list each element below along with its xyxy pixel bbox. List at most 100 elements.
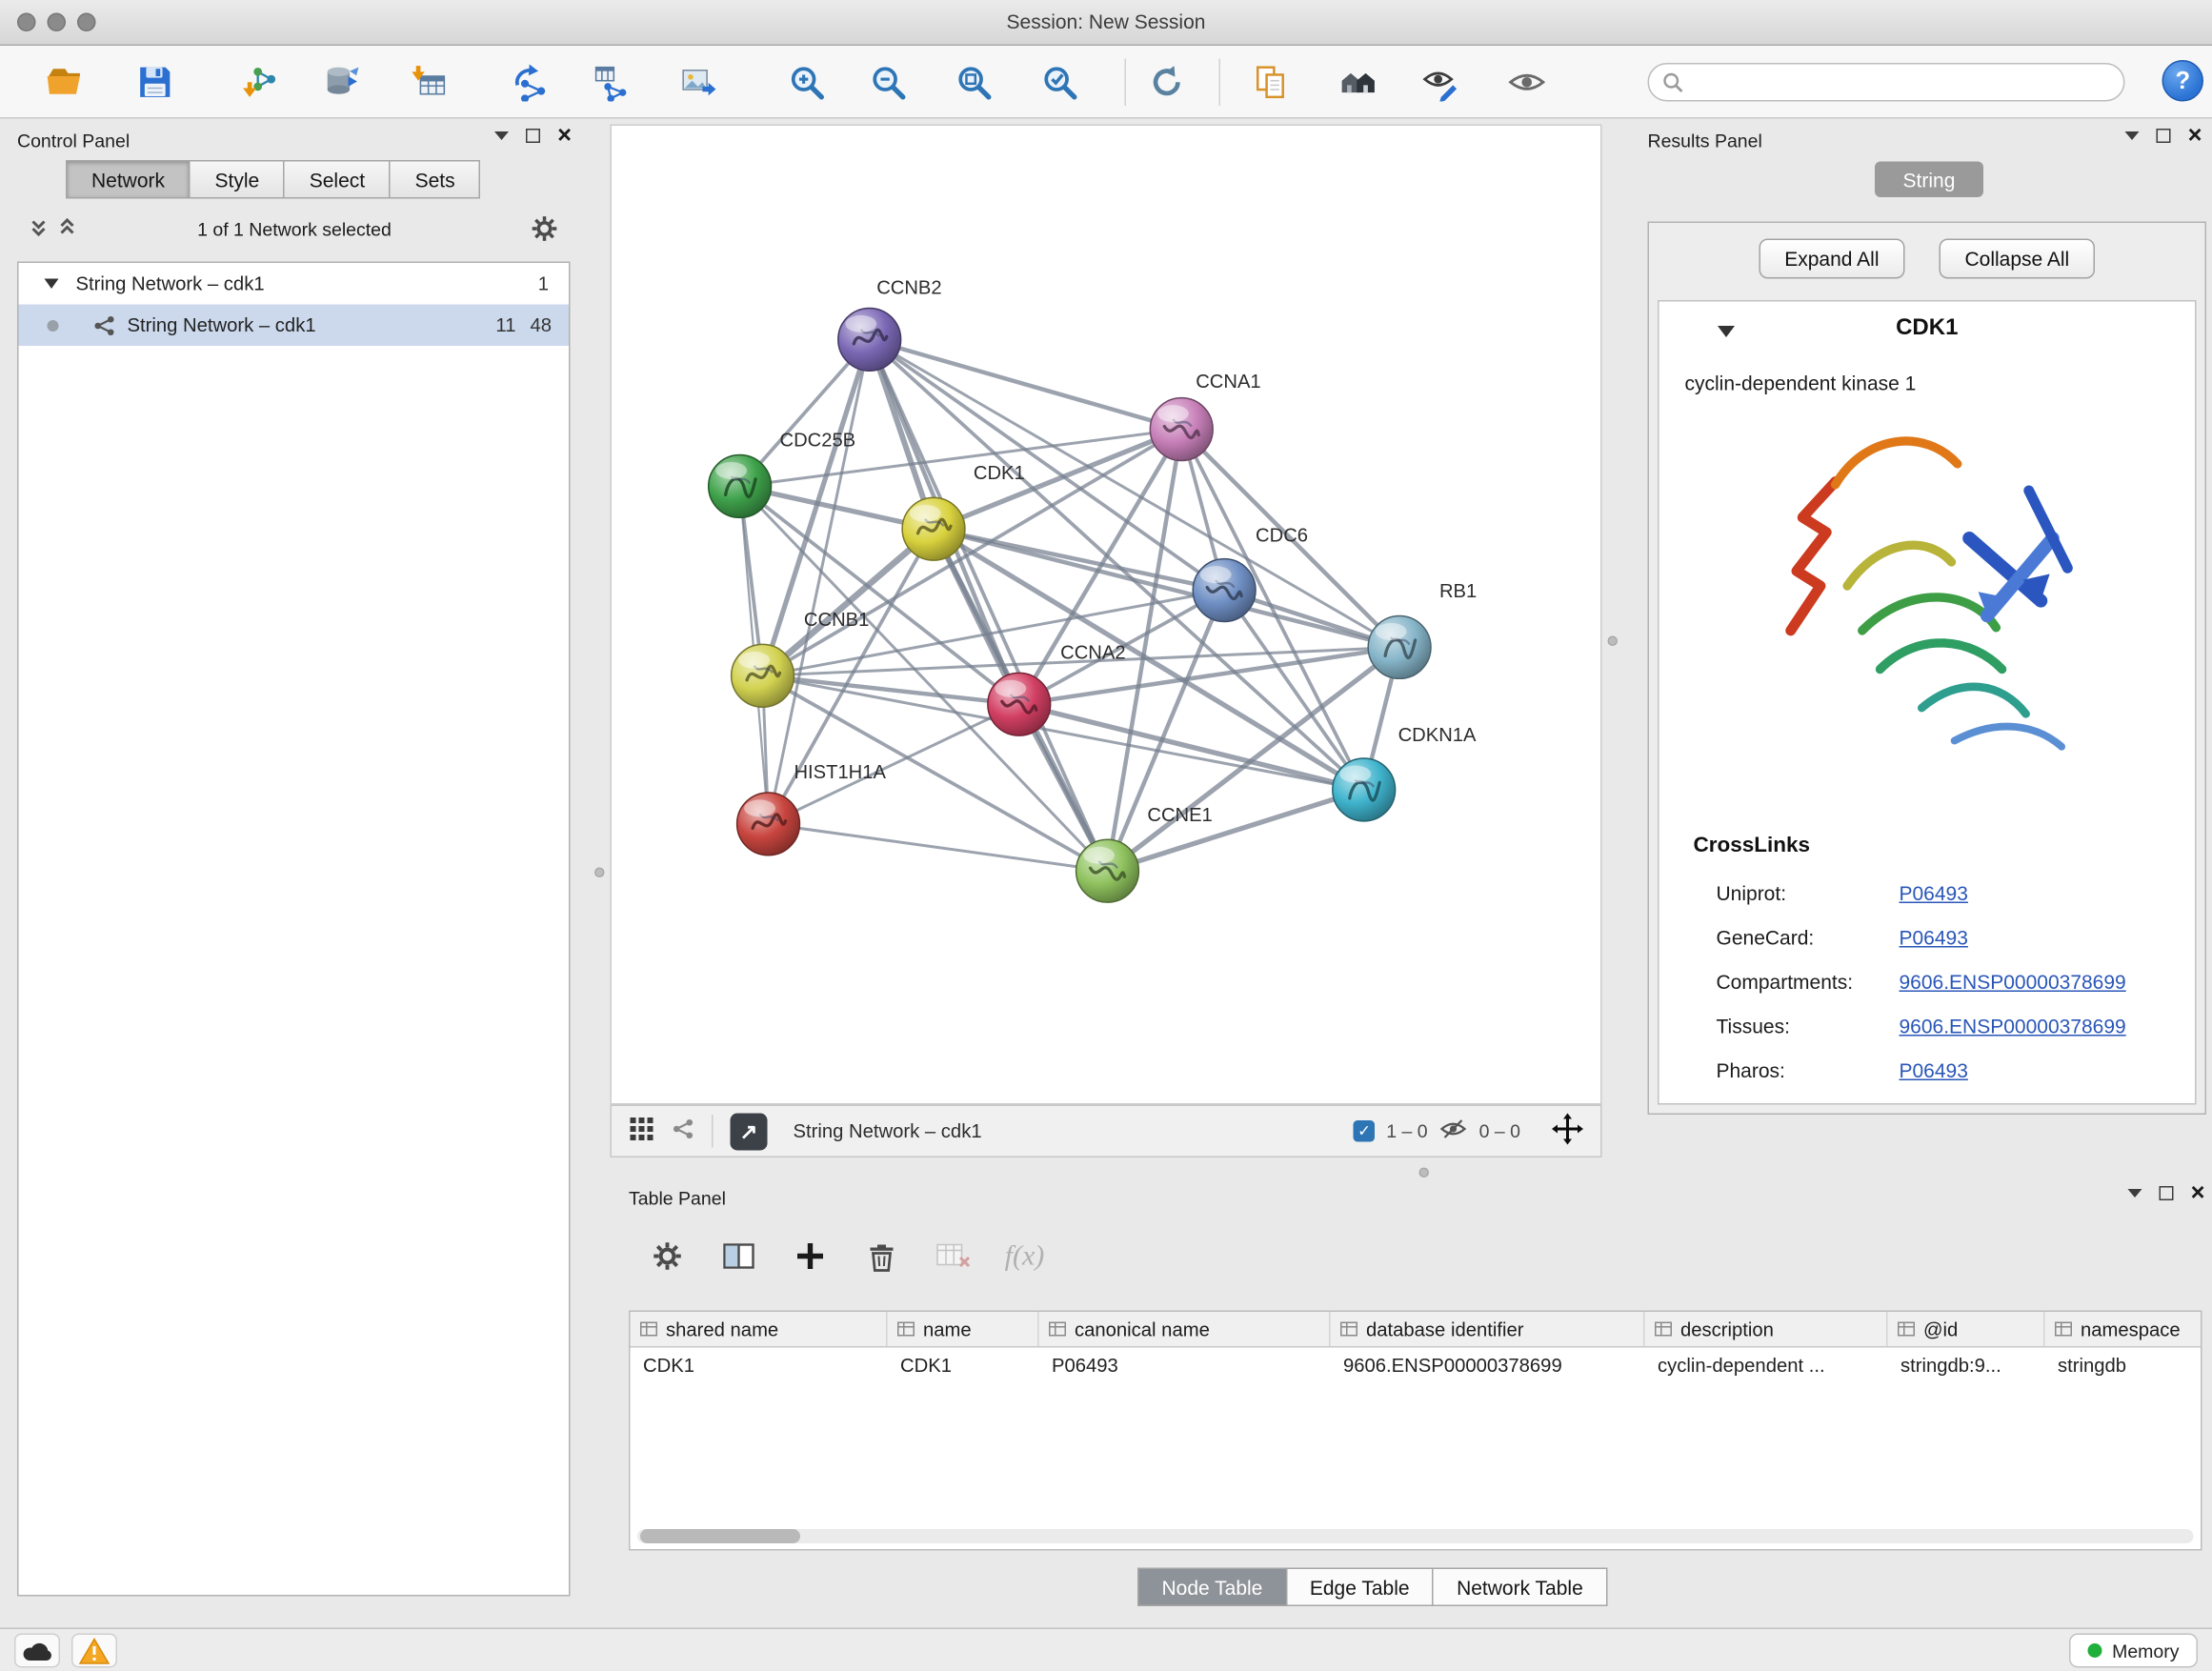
protein-structure-image — [1749, 408, 2106, 765]
cloud-button[interactable] — [14, 1634, 60, 1668]
node-CCNA2[interactable] — [988, 673, 1051, 735]
show-columns-button[interactable] — [717, 1235, 760, 1278]
open-session-button[interactable] — [42, 60, 85, 103]
crosslink-label: Tissues: — [1717, 1014, 1900, 1037]
edge-CCNB2-CDKN1A[interactable] — [870, 339, 1364, 790]
crosslink-value[interactable]: P06493 — [1900, 881, 1968, 904]
edge-CDK1-RB1[interactable] — [934, 529, 1399, 647]
node-CCNB1[interactable] — [732, 644, 794, 707]
crosslink-label: Pharos: — [1717, 1058, 1900, 1081]
disclosure-triangle-icon[interactable] — [45, 279, 59, 290]
new-network-table-button[interactable] — [591, 60, 633, 103]
help-button[interactable]: ? — [2162, 60, 2204, 102]
column-header--id[interactable]: @id — [1888, 1312, 2045, 1346]
panel-close-button[interactable]: × — [2188, 129, 2202, 143]
node-CDC25B[interactable] — [709, 454, 772, 517]
column-header-description[interactable]: description — [1645, 1312, 1888, 1346]
node-CCNE1[interactable] — [1076, 839, 1139, 902]
panel-float-button[interactable] — [2157, 129, 2171, 143]
column-header-database-identifier[interactable]: database identifier — [1331, 1312, 1645, 1346]
column-header-name[interactable]: name — [888, 1312, 1039, 1346]
node-CCNB2[interactable] — [838, 308, 901, 371]
horizontal-scrollbar[interactable] — [637, 1529, 2194, 1543]
column-header-namespace[interactable]: namespace — [2045, 1312, 2202, 1346]
panel-float-button[interactable] — [2160, 1186, 2174, 1200]
collapse-all-button[interactable]: Collapse All — [1940, 239, 2096, 279]
copy-button[interactable] — [1249, 60, 1292, 103]
tab-style[interactable]: Style — [190, 160, 286, 199]
zoom-fit-button[interactable] — [952, 60, 995, 103]
node-CCNA1[interactable] — [1150, 398, 1213, 461]
edge-CDKN1A-CCNE1[interactable] — [1107, 790, 1363, 871]
network-view-button[interactable] — [672, 1117, 694, 1145]
table-row[interactable]: CDK1CDK1P064939606.ENSP00000378699cyclin… — [631, 1348, 2202, 1382]
edge-HIST1H1A-CCNE1[interactable] — [769, 824, 1108, 871]
warnings-button[interactable] — [71, 1634, 117, 1668]
tab-network-table[interactable]: Network Table — [1433, 1568, 1608, 1607]
table-header-row: shared namenamecanonical namedatabase id… — [631, 1312, 2202, 1348]
tab-node-table[interactable]: Node Table — [1137, 1568, 1287, 1607]
zoom-selected-button[interactable] — [1037, 60, 1080, 103]
search-box — [1648, 63, 2125, 102]
tab-select[interactable]: Select — [284, 160, 391, 199]
splitter-handle[interactable] — [594, 868, 605, 878]
selected-checkbox-icon[interactable]: ✓ — [1354, 1120, 1376, 1142]
table-settings-button[interactable] — [646, 1235, 689, 1278]
crosslink-value[interactable]: 9606.ENSP00000378699 — [1900, 970, 2126, 993]
panel-menu-button[interactable] — [494, 131, 509, 140]
refresh-view-button[interactable] — [1145, 60, 1188, 103]
scrollbar-thumb[interactable] — [640, 1529, 800, 1543]
network-collection-row[interactable]: String Network – cdk1 1 — [19, 263, 570, 305]
hide-selected-button[interactable] — [1419, 60, 1462, 103]
tab-network[interactable]: Network — [66, 160, 191, 199]
splitter-handle[interactable] — [1419, 1168, 1430, 1178]
panel-close-button[interactable]: × — [557, 129, 572, 143]
network-row-selected[interactable]: String Network – cdk1 11 48 — [19, 305, 570, 347]
node-HIST1H1A[interactable] — [737, 793, 800, 856]
first-neighbors-button[interactable] — [1337, 60, 1379, 103]
node-CDK1[interactable] — [902, 497, 965, 560]
splitter-handle[interactable] — [1608, 636, 1619, 647]
column-header-label: description — [1680, 1319, 1774, 1340]
eye-pencil-icon — [1421, 62, 1460, 101]
create-column-button[interactable] — [789, 1235, 832, 1278]
panel-menu-button[interactable] — [2125, 131, 2140, 140]
tab-string[interactable]: String — [1875, 162, 1983, 198]
column-header-shared-name[interactable]: shared name — [631, 1312, 888, 1346]
import-network-database-button[interactable] — [319, 60, 362, 103]
delete-column-button[interactable] — [860, 1235, 903, 1278]
column-type-icon — [2055, 1320, 2072, 1338]
new-network-selection-button[interactable] — [509, 60, 552, 103]
crosslink-value[interactable]: 9606.ENSP00000378699 — [1900, 1014, 2126, 1037]
zoom-in-button[interactable] — [785, 60, 828, 103]
expand-all-button[interactable]: Expand All — [1759, 239, 1904, 279]
node-RB1[interactable] — [1368, 615, 1431, 678]
crosslink-value[interactable]: P06493 — [1900, 925, 1968, 948]
edge-CCNB2-RB1[interactable] — [870, 339, 1399, 647]
export-image-button[interactable] — [676, 60, 719, 103]
network-overview-button[interactable]: ↗ — [731, 1113, 768, 1150]
save-session-button[interactable] — [133, 60, 176, 103]
memory-button[interactable]: Memory — [2069, 1634, 2198, 1668]
column-header-canonical-name[interactable]: canonical name — [1039, 1312, 1331, 1346]
network-canvas[interactable]: CCNB2CCNA1CDC25BCDK1CDC6RB1CCNB1CCNA2CDK… — [611, 125, 1602, 1105]
panel-close-button[interactable]: × — [2191, 1186, 2205, 1200]
import-table-file-button[interactable] — [408, 60, 451, 103]
network-options-gear-icon[interactable] — [532, 216, 557, 247]
node-CDC6[interactable] — [1193, 559, 1256, 622]
crosslink-value[interactable]: P06493 — [1900, 1058, 1968, 1081]
edge-CCNB2-HIST1H1A[interactable] — [769, 339, 870, 824]
import-network-file-button[interactable] — [237, 60, 280, 103]
tab-sets[interactable]: Sets — [390, 160, 481, 199]
search-input[interactable] — [1692, 68, 2112, 98]
node-CDKN1A[interactable] — [1333, 758, 1396, 821]
pan-mode-button[interactable] — [1552, 1114, 1583, 1150]
delete-table-button-disabled — [932, 1235, 975, 1278]
tab-edge-table[interactable]: Edge Table — [1285, 1568, 1434, 1607]
show-all-button[interactable] — [1505, 60, 1548, 103]
grid-view-button[interactable] — [629, 1117, 654, 1147]
panel-float-button[interactable] — [526, 129, 540, 143]
zoom-out-button[interactable] — [866, 60, 909, 103]
panel-menu-button[interactable] — [2128, 1189, 2142, 1198]
edge-CCNB2-CCNE1[interactable] — [870, 339, 1108, 871]
